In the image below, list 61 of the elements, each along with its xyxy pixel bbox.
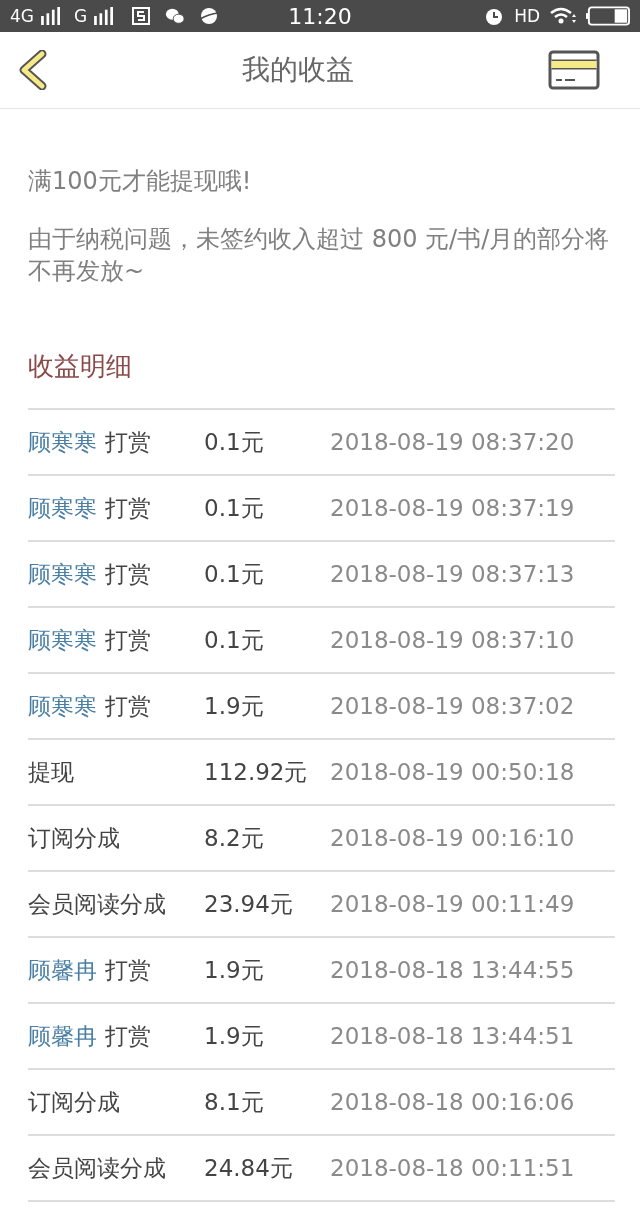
page-title: 我的收益 <box>242 52 354 88</box>
signal-icon <box>93 7 116 25</box>
bank-card-icon[interactable] <box>548 50 600 90</box>
timestamp-text: 2018-08-18 13:44:51 <box>330 1023 575 1049</box>
clock-time: 11:20 <box>288 3 352 29</box>
amount-text: 8.1元 <box>204 1087 265 1117</box>
signal-icon <box>40 7 62 25</box>
amount-text: 1.9元 <box>204 691 265 721</box>
battery-icon <box>586 6 630 26</box>
income-type: 打赏 <box>105 625 151 655</box>
amount-text: 0.1元 <box>204 493 265 523</box>
income-type: 打赏 <box>105 955 151 985</box>
income-type: 会员阅读分成 <box>28 1153 166 1183</box>
chat-bubbles-icon <box>165 6 186 26</box>
user-name-link[interactable]: 顾寒寒 <box>28 624 97 656</box>
amount-text: 8.2元 <box>204 823 265 853</box>
network-label: 4G <box>10 6 34 26</box>
income-type: 提现 <box>28 757 74 787</box>
user-name-link[interactable]: 顾寒寒 <box>28 426 97 458</box>
user-name-link[interactable]: 顾寒寒 <box>28 492 97 524</box>
back-chevron-icon[interactable] <box>18 50 48 90</box>
square-app-icon <box>131 6 152 26</box>
income-type: 打赏 <box>105 1021 151 1051</box>
amount-text: 23.94元 <box>204 889 294 919</box>
alarm-icon <box>484 6 505 26</box>
income-type: 打赏 <box>105 691 151 721</box>
amount-text: 112.92元 <box>204 757 309 787</box>
user-name-link[interactable]: 顾馨冉 <box>28 954 97 986</box>
amount-text: 0.1元 <box>204 427 265 457</box>
user-name-link[interactable]: 顾馨冉 <box>28 1020 97 1052</box>
section-title: 收益明细 <box>28 350 133 383</box>
timestamp-text: 2018-08-18 13:44:55 <box>330 957 575 983</box>
network-label: G <box>74 6 88 26</box>
user-name-link[interactable]: 顾寒寒 <box>28 690 97 722</box>
income-type: 订阅分成 <box>28 823 120 853</box>
income-type: 订阅分成 <box>28 1087 120 1117</box>
income-type: 打赏 <box>105 427 151 457</box>
income-type: 会员阅读分成 <box>28 889 166 919</box>
timestamp-text: 2018-08-18 00:11:51 <box>330 1155 575 1181</box>
planet-icon <box>199 6 220 26</box>
wifi-icon <box>550 6 576 26</box>
amount-text: 0.1元 <box>204 625 265 655</box>
timestamp-text: 2018-08-19 00:16:10 <box>330 825 575 851</box>
timestamp-text: 2018-08-19 08:37:13 <box>330 561 575 587</box>
amount-text: 24.84元 <box>204 1153 294 1183</box>
notice-text: 满100元才能提现哦! <box>28 166 253 197</box>
timestamp-text: 2018-08-19 08:37:20 <box>330 429 575 455</box>
amount-text: 1.9元 <box>204 955 265 985</box>
timestamp-text: 2018-08-19 00:11:49 <box>330 891 575 917</box>
timestamp-text: 2018-08-19 08:37:02 <box>330 693 575 719</box>
timestamp-text: 2018-08-19 08:37:10 <box>330 627 575 653</box>
amount-text: 0.1元 <box>204 559 265 589</box>
hd-label: HD <box>514 6 540 26</box>
amount-text: 1.9元 <box>204 1021 265 1051</box>
user-name-link[interactable]: 顾寒寒 <box>28 558 97 590</box>
income-type: 打赏 <box>105 493 151 523</box>
income-type: 打赏 <box>105 559 151 589</box>
timestamp-text: 2018-08-19 08:37:19 <box>330 495 575 521</box>
timestamp-text: 2018-08-18 00:16:06 <box>330 1089 575 1115</box>
notice-text: 由于纳税问题，未签约收入超过 800 元/书/月的部分将不再发放~ <box>28 224 611 287</box>
timestamp-text: 2018-08-19 00:50:18 <box>330 759 575 785</box>
